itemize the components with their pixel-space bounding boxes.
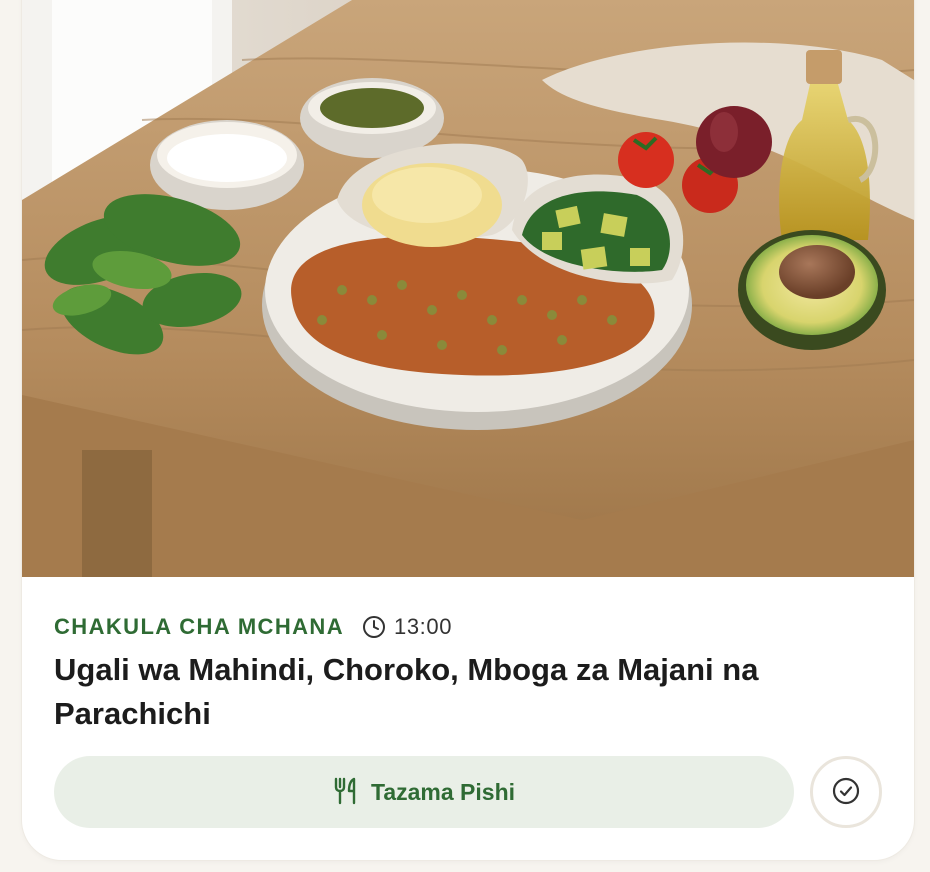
view-recipe-button[interactable]: Tazama Pishi [54,756,794,828]
clock-icon [362,615,386,639]
meal-card: CHAKULA CHA MCHANA 13:00 Ugali wa Mahind… [22,0,914,860]
meal-type-label: CHAKULA CHA MCHANA [54,614,344,639]
meal-photo [22,0,914,577]
check-circle-icon [831,776,861,809]
meal-meta: CHAKULA CHA MCHANA 13:00 [54,612,452,642]
meal-title: Ugali wa Mahindi, Choroko, Mboga za Maja… [54,652,759,731]
fork-knife-icon [333,777,359,808]
view-recipe-label: Tazama Pishi [370,778,516,805]
meal-time: 13:00 [393,614,453,639]
mark-done-button[interactable] [810,756,882,828]
